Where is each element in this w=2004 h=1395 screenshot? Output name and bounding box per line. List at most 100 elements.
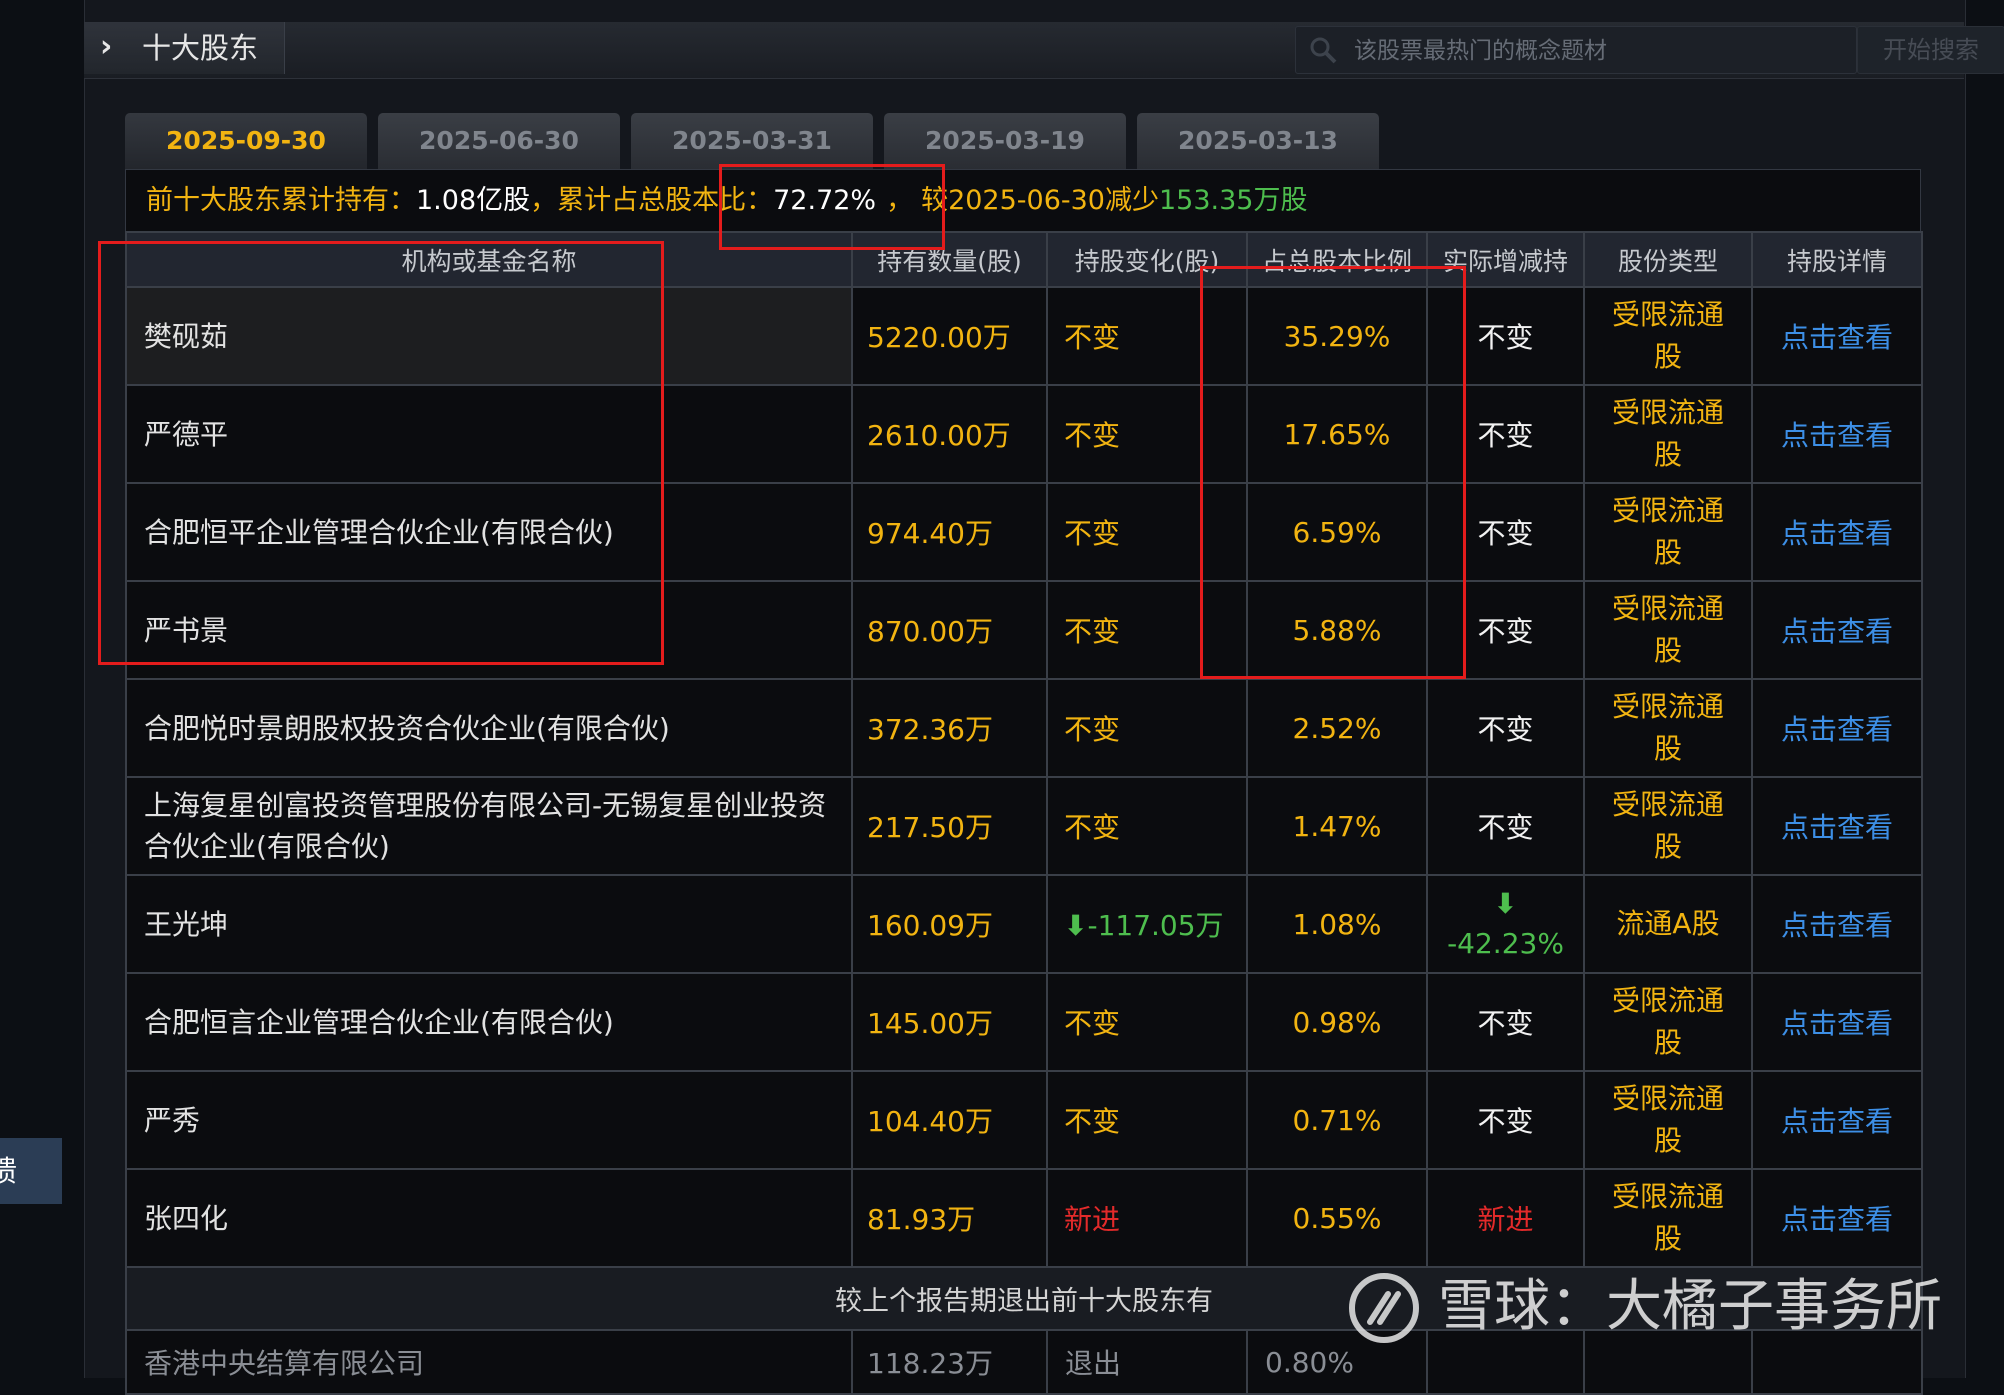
tab-date[interactable]: 2025-03-31 [631,113,873,169]
change-value: 不变 [1064,419,1121,452]
detail-link[interactable]: 点击查看 [1751,776,1923,876]
table-row: 王光坤 160.09万 ⬇-117.05万 1.08% ⬇ -42.23% 流通A股 点击查… [125,874,1923,974]
holder-actual-change: 新进 [1426,1168,1585,1268]
table-row: 严秀 104.40万 不变 0.71% 不变 受限流通股 点击查看 [125,1070,1923,1170]
tab-date[interactable]: 2025-09-30 [125,113,367,169]
holder-name: 王光坤 [125,874,853,974]
annotation-box-names [98,241,664,665]
change-value: 不变 [1064,1007,1121,1040]
section-title: 十大股东 [142,31,259,65]
actual-value: 不变 [1477,1007,1534,1040]
column-header: 持股详情 [1751,231,1923,288]
holder-name: 合肥恒言企业管理合伙企业(有限合伙) [125,972,853,1072]
change-value: 不变 [1064,713,1121,746]
detail-link[interactable]: 点击查看 [1751,580,1923,680]
detail-link[interactable]: 点击查看 [1751,384,1923,484]
summary-compare: 较2025-06-30减少 [921,185,1159,216]
actual-value: 不变 [1477,517,1534,550]
holder-shares: 145.00万 [851,972,1048,1072]
actual-value: 不变 [1477,615,1534,648]
holder-name: 合肥悦时景朗股权投资合伙企业(有限合伙) [125,678,853,778]
tab-date[interactable]: 2025-03-13 [1137,113,1379,169]
holder-shares: 81.93万 [851,1168,1048,1268]
detail-link[interactable]: 点击查看 [1751,482,1923,582]
holder-actual-change: 不变 [1426,776,1585,876]
detail-link[interactable]: 点击查看 [1751,1070,1923,1170]
search-icon [1310,37,1337,64]
holder-ratio: 1.47% [1246,776,1428,876]
share-type: 受限流通股 [1583,482,1753,582]
concept-search-box[interactable] [1295,26,1857,74]
share-type: 受限流通股 [1583,1168,1753,1268]
share-type: 受限流通股 [1583,1070,1753,1170]
holder-name: 张四化 [125,1168,853,1268]
actual-value: 不变 [1477,419,1534,452]
holder-change: 不变 [1046,678,1248,778]
snowball-logo-icon [1349,1273,1419,1343]
annotation-box-ratio [719,164,945,250]
change-value: 不变 [1064,517,1121,550]
summary-change: 153.35万股 [1159,185,1308,216]
actual-value: 不变 [1477,713,1534,746]
summary-total: 1.08亿股 [416,185,531,216]
arrow-down-icon: ⬇ [1064,909,1088,942]
holdings-summary: 前十大股东累计持有：1.08亿股，累计占总股本比：72.72%，较2025-06… [125,169,1921,233]
holder-ratio: 2.52% [1246,678,1428,778]
detail-link[interactable]: 点击查看 [1751,972,1923,1072]
share-type: 流通A股 [1583,874,1753,974]
summary-label: 前十大股东累计持有： [146,185,416,216]
change-value: 不变 [1064,321,1121,354]
change-value: 不变 [1064,615,1121,648]
actual-value: 不变 [1477,1105,1534,1138]
change-value: -117.05万 [1087,909,1224,942]
holder-actual-change: 不变 [1426,1070,1585,1170]
holder-shares: 974.40万 [851,482,1048,582]
holder-change: 不变 [1046,1070,1248,1170]
arrow-down-icon: ⬇ [1493,887,1518,920]
holder-actual-change: 不变 [1426,972,1585,1072]
actual-value: 新进 [1477,1203,1534,1236]
holder-ratio: 0.55% [1246,1168,1428,1268]
holder-name: 严秀 [125,1070,853,1170]
table-row: 上海复星创富投资管理股份有限公司-无锡复星创业投资合伙企业(有限合伙) 217.5… [125,776,1923,876]
share-type: 受限流通股 [1583,580,1753,680]
table-row: 合肥恒言企业管理合伙企业(有限合伙) 145.00万 不变 0.98% 不变 受限流通股点… [125,972,1923,1072]
holder-actual-change: ⬇ -42.23% [1426,874,1585,974]
detail-link[interactable]: 点击查看 [1751,874,1923,974]
tab-date[interactable]: 2025-06-30 [378,113,620,169]
detail-link[interactable]: 点击查看 [1751,1168,1923,1268]
holder-shares: 2610.00万 [851,384,1048,484]
holder-shares: 870.00万 [851,580,1048,680]
column-header: 股份类型 [1583,231,1753,288]
share-type: 受限流通股 [1583,384,1753,484]
holder-name: 上海复星创富投资管理股份有限公司-无锡复星创业投资合伙企业(有限合伙) [125,776,853,876]
share-type: 受限流通股 [1583,776,1753,876]
feedback-label: 馈 [0,1154,18,1188]
exited-change: 退出 [1046,1329,1248,1395]
search-input[interactable] [1352,33,1756,69]
holder-change: 不变 [1046,972,1248,1072]
chevron-right-icon: › [100,29,113,64]
exited-name: 香港中央结算有限公司 [125,1329,853,1395]
annotation-box-percent [1200,266,1466,679]
section-title-tab[interactable]: › 十大股东 [84,22,285,74]
watermark-text: 雪球：大橘子事务所 [1438,1274,1942,1339]
holder-shares: 160.09万 [851,874,1048,974]
actual-value: -42.23% [1447,927,1564,960]
actual-value: 不变 [1477,811,1534,844]
holder-change: ⬇-117.05万 [1046,874,1248,974]
tab-date[interactable]: 2025-03-19 [884,113,1126,169]
holder-ratio: 0.71% [1246,1070,1428,1170]
share-type: 受限流通股 [1583,286,1753,386]
detail-link[interactable]: 点击查看 [1751,286,1923,386]
feedback-side-tab[interactable]: 馈 [0,1138,62,1204]
change-value: 新进 [1064,1203,1121,1236]
detail-link[interactable]: 点击查看 [1751,678,1923,778]
actual-value: 不变 [1477,321,1534,354]
table-row: 张四化 81.93万 新进 0.55% 新进 受限流通股 点击查看 [125,1168,1923,1268]
holder-change: 不变 [1046,776,1248,876]
holder-ratio: 1.08% [1246,874,1428,974]
search-button[interactable]: 开始搜索 [1857,26,2004,74]
holder-actual-change: 不变 [1426,678,1585,778]
table-row: 合肥悦时景朗股权投资合伙企业(有限合伙) 372.36万 不变 2.52% 不变 受限流通… [125,678,1923,778]
